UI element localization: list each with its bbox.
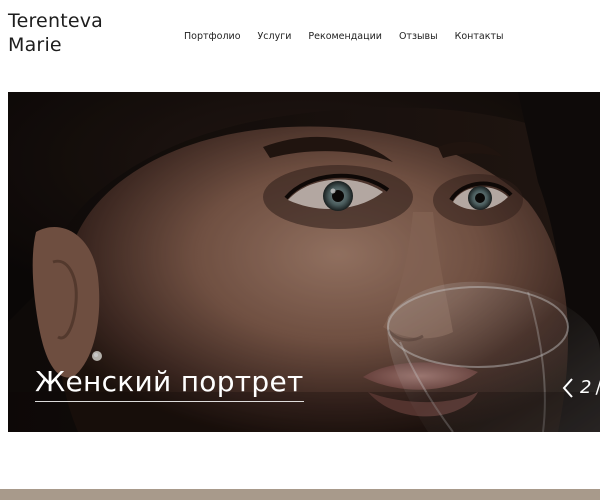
main-nav: Портфолио Услуги Рекомендации Отзывы Кон… [184,30,521,44]
logo-line-1: Terenteva [8,10,104,32]
slide-counter: 2 [580,377,592,398]
nav-item-recommendations[interactable]: Рекомендации [308,31,382,43]
footer-strip [0,489,600,500]
chevron-left-icon[interactable] [560,377,576,399]
nav-item-services[interactable]: Услуги [258,31,292,43]
slider-navigation: 2 / [560,376,600,400]
nav-item-reviews[interactable]: Отзывы [399,31,438,43]
nav-item-contacts[interactable]: Контакты [455,31,504,43]
page: Terenteva Marie Портфолио Услуги Рекомен… [0,0,600,500]
nav-item-portfolio[interactable]: Портфолио [184,31,241,43]
slide-title[interactable]: Женский портрет [35,365,304,402]
site-logo[interactable]: Terenteva Marie [8,9,148,57]
hero-slider[interactable]: Женский портрет 2 / [8,92,600,432]
logo-line-2: Marie [8,34,62,56]
slide-counter-separator: / [595,377,600,399]
